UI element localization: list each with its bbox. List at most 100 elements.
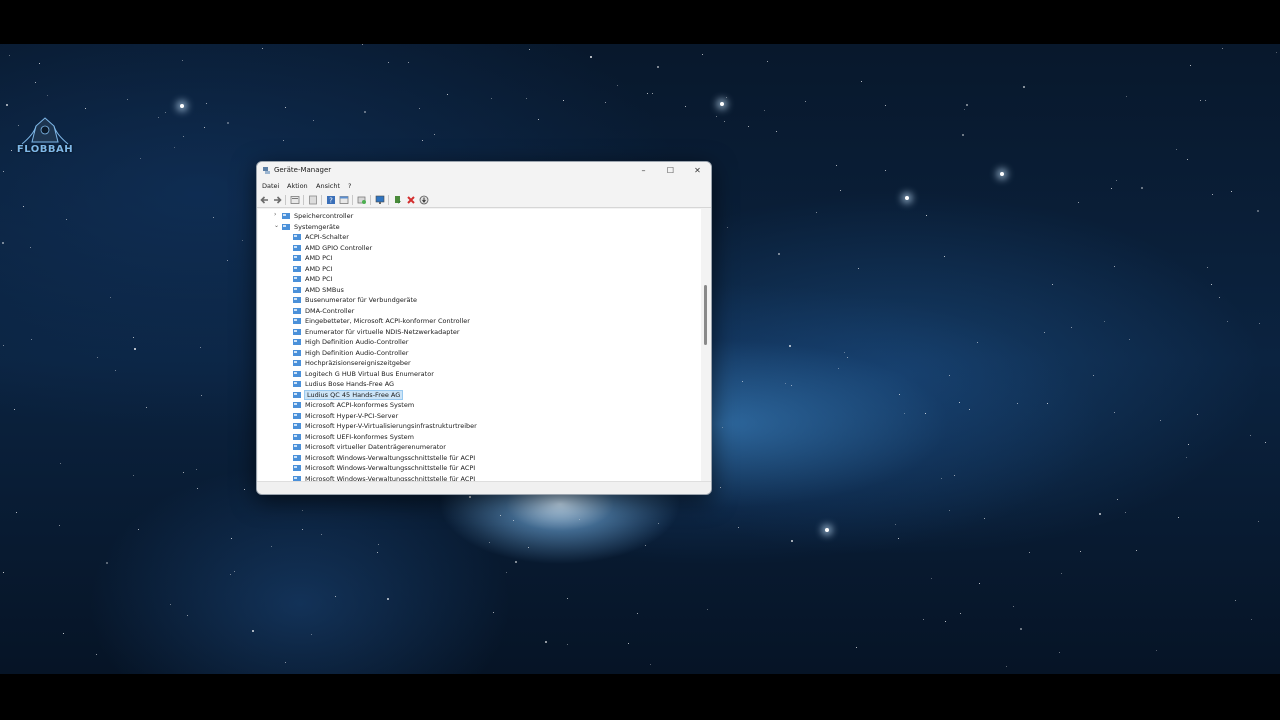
- tree-category-speichercontroller[interactable]: › Speichercontroller: [258, 211, 701, 221]
- tree-device-item[interactable]: Busenumerator für Verbundgeräte: [258, 295, 701, 305]
- tree-device-item[interactable]: Ludius Bose Hands-Free AG: [258, 379, 701, 389]
- tree-device-item[interactable]: Microsoft UEFI-konformes System: [258, 432, 701, 442]
- system-device-icon: [293, 339, 301, 345]
- star: [941, 478, 942, 479]
- tree-device-item[interactable]: Hochpräzisionsereigniszeitgeber: [258, 358, 701, 368]
- tree-item-label: AMD PCI: [305, 264, 333, 273]
- device-tree[interactable]: › Speichercontroller ⌄ Systemgeräte ACPI-Sch…: [258, 209, 701, 481]
- tree-device-item[interactable]: AMD GPIO Controller: [258, 243, 701, 253]
- uninstall-icon[interactable]: [406, 195, 416, 205]
- scrollbar-thumb[interactable]: [704, 285, 707, 345]
- update-driver-icon[interactable]: [393, 195, 403, 205]
- title-bar[interactable]: Geräte-Manager – ☐ ✕: [257, 162, 711, 180]
- tree-device-item[interactable]: Eingebetteter, Microsoft ACPI-konformer …: [258, 316, 701, 326]
- star: [1258, 521, 1259, 522]
- system-device-icon: [293, 433, 301, 440]
- star: [969, 409, 970, 410]
- tree-device-item[interactable]: Microsoft virtueller Datenträgerenumerat…: [258, 442, 701, 452]
- star: [1276, 52, 1277, 53]
- star: [447, 94, 448, 95]
- tree-category-systemgeraete[interactable]: ⌄ Systemgeräte: [258, 222, 701, 232]
- collapse-chevron-icon[interactable]: ⌄: [274, 222, 279, 229]
- system-device-icon: [293, 297, 301, 303]
- tree-device-item[interactable]: Logitech G HUB Virtual Bus Enumerator: [258, 369, 701, 379]
- star: [231, 538, 232, 539]
- star: [716, 116, 717, 117]
- tree-device-item[interactable]: Enumerator für virtuelle NDIS-Netzwerkad…: [258, 327, 701, 337]
- toolbar-separator: [352, 195, 353, 205]
- star: [59, 525, 60, 526]
- tree-device-item[interactable]: AMD PCI: [258, 253, 701, 263]
- star: [96, 654, 97, 655]
- star: [954, 475, 955, 476]
- star: [242, 240, 243, 241]
- star: [1178, 517, 1179, 518]
- tree-device-item[interactable]: AMD PCI: [258, 264, 701, 274]
- tree-device-item[interactable]: AMD PCI: [258, 274, 701, 284]
- view-icon[interactable]: [339, 195, 349, 205]
- star: [840, 190, 841, 191]
- star: [1116, 180, 1117, 181]
- tree-device-item[interactable]: High Definition Audio-Controller: [258, 348, 701, 358]
- back-arrow-icon[interactable]: [260, 195, 270, 205]
- menu-ansicht[interactable]: Ansicht: [316, 182, 340, 190]
- star: [23, 206, 24, 207]
- disable-icon[interactable]: [419, 195, 429, 205]
- star: [97, 357, 98, 358]
- star: [645, 545, 646, 546]
- star: [605, 102, 606, 103]
- svg-text:?: ?: [329, 197, 333, 205]
- bright-star: [180, 104, 184, 108]
- star: [722, 427, 723, 428]
- star: [302, 529, 303, 530]
- star: [898, 538, 899, 539]
- vertical-scrollbar[interactable]: [701, 209, 710, 481]
- star: [984, 518, 985, 519]
- close-button[interactable]: ✕: [684, 162, 711, 180]
- star: [966, 104, 968, 106]
- tree-device-item[interactable]: AMD SMBus: [258, 285, 701, 295]
- device-manager-window[interactable]: Geräte-Manager – ☐ ✕ Datei Aktion Ansich…: [256, 161, 712, 495]
- tree-device-item[interactable]: Microsoft Windows-Verwaltungsschnittstel…: [258, 453, 701, 463]
- star: [528, 547, 529, 548]
- star: [183, 136, 184, 137]
- forward-arrow-icon[interactable]: [272, 195, 282, 205]
- maximize-button[interactable]: ☐: [657, 162, 684, 180]
- tree-device-item[interactable]: Microsoft Hyper-V-PCI-Server: [258, 411, 701, 421]
- star: [1188, 444, 1189, 445]
- expand-chevron-icon[interactable]: ›: [274, 211, 276, 218]
- star: [387, 598, 389, 600]
- menu-help[interactable]: ?: [348, 182, 351, 190]
- menu-aktion[interactable]: Aktion: [287, 182, 308, 190]
- tree-device-item[interactable]: Microsoft Windows-Verwaltungsschnittstel…: [258, 474, 701, 481]
- tree-device-item[interactable]: Microsoft Hyper-V-Virtualisierungsinfras…: [258, 421, 701, 431]
- star: [133, 337, 134, 338]
- tree-device-item[interactable]: ACPI-Schalter: [258, 232, 701, 242]
- star: [252, 630, 254, 632]
- tree-device-item[interactable]: DMA-Controller: [258, 306, 701, 316]
- minimize-button[interactable]: –: [630, 162, 657, 180]
- system-device-icon: [293, 307, 301, 314]
- tree-device-item[interactable]: Ludius QC 45 Hands-Free AG: [258, 389, 701, 400]
- star: [1160, 420, 1161, 421]
- tree-device-item[interactable]: Microsoft ACPI-konformes System: [258, 400, 701, 410]
- star: [1093, 375, 1094, 376]
- tree-item-label: Microsoft virtueller Datenträgerenumerat…: [305, 443, 446, 451]
- help-icon[interactable]: ?: [326, 195, 336, 205]
- star: [738, 527, 739, 528]
- menu-datei[interactable]: Datei: [262, 182, 279, 190]
- star: [742, 381, 743, 382]
- star: [1104, 321, 1105, 322]
- star: [1207, 267, 1208, 268]
- monitor-icon[interactable]: [375, 195, 385, 205]
- star: [767, 61, 768, 62]
- system-device-icon: [293, 423, 301, 429]
- tree-device-item[interactable]: High Definition Audio-Controller: [258, 337, 701, 347]
- scan-hardware-icon[interactable]: [357, 195, 367, 205]
- hide-icon[interactable]: [308, 195, 318, 205]
- properties-icon[interactable]: [290, 195, 300, 205]
- system-device-icon: [293, 465, 301, 471]
- star: [545, 641, 547, 643]
- tree-device-item[interactable]: Microsoft Windows-Verwaltungsschnittstel…: [258, 463, 701, 473]
- star: [529, 49, 530, 50]
